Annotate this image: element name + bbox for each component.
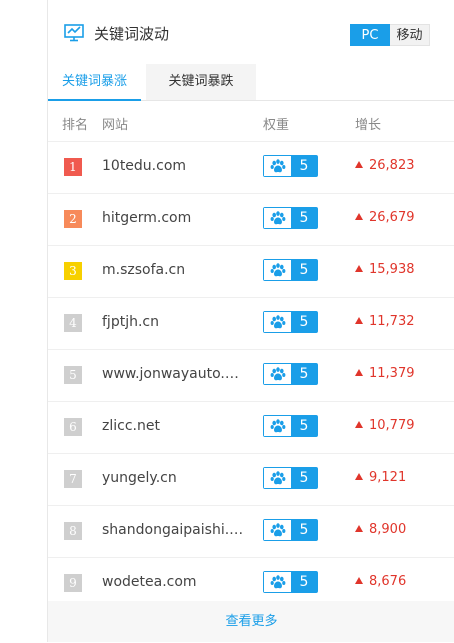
growth-number: 10,779 <box>369 418 415 433</box>
growth-value: 26,823 <box>355 158 415 173</box>
triangle-up-icon <box>355 161 363 168</box>
view-more-link[interactable]: 查看更多 <box>48 601 454 642</box>
growth-value: 10,779 <box>355 418 415 433</box>
weight-value: 5 <box>291 364 317 384</box>
baidu-paw-icon <box>264 156 291 176</box>
panel-header: 关键词波动 PC 移动 <box>48 0 454 64</box>
site-link[interactable]: m.szsofa.cn <box>102 262 185 278</box>
table-row: 8 shandongaipaishi.cn 5 8,900 <box>48 506 454 558</box>
table-row: 3 m.szsofa.cn 5 15,938 <box>48 246 454 298</box>
weight-value: 5 <box>291 416 317 436</box>
table-row: 1 10tedu.com 5 26,823 <box>48 142 454 194</box>
growth-value: 9,121 <box>355 470 406 485</box>
growth-number: 15,938 <box>369 262 415 277</box>
triangle-up-icon <box>355 213 363 220</box>
keyword-fluctuation-panel: 关键词波动 PC 移动 关键词暴涨 关键词暴跌 排名 网站 权重 增长 1 10t… <box>47 0 454 642</box>
triangle-up-icon <box>355 265 363 272</box>
triangle-up-icon <box>355 525 363 532</box>
column-rank: 排名 <box>62 118 89 133</box>
growth-number: 26,823 <box>369 158 415 173</box>
column-site: 网站 <box>102 118 129 133</box>
mobile-toggle-button[interactable]: 移动 <box>390 24 430 46</box>
column-growth: 增长 <box>355 118 382 133</box>
baidu-paw-icon <box>264 572 291 592</box>
baidu-paw-icon <box>264 260 291 280</box>
rank-badge: 8 <box>64 522 82 540</box>
rank-badge: 2 <box>64 210 82 228</box>
growth-value: 8,676 <box>355 574 406 589</box>
triangle-up-icon <box>355 473 363 480</box>
rank-badge: 6 <box>64 418 82 436</box>
weight-value: 5 <box>291 156 317 176</box>
weight-badge[interactable]: 5 <box>263 207 318 229</box>
site-link[interactable]: hitgerm.com <box>102 210 191 226</box>
weight-badge[interactable]: 5 <box>263 155 318 177</box>
tab-keyword-surge[interactable]: 关键词暴涨 <box>48 64 142 101</box>
chart-monitor-icon <box>64 24 84 42</box>
weight-value: 5 <box>291 312 317 332</box>
weight-badge[interactable]: 5 <box>263 311 318 333</box>
growth-number: 9,121 <box>369 470 407 485</box>
tab-keyword-plunge[interactable]: 关键词暴跌 <box>146 64 256 100</box>
weight-value: 5 <box>291 468 317 488</box>
rank-badge: 5 <box>64 366 82 384</box>
triangle-up-icon <box>355 369 363 376</box>
triangle-up-icon <box>355 421 363 428</box>
rank-badge: 4 <box>64 314 82 332</box>
growth-value: 26,679 <box>355 210 415 225</box>
site-link[interactable]: shandongaipaishi.cn <box>102 522 244 538</box>
weight-value: 5 <box>291 520 317 540</box>
weight-badge[interactable]: 5 <box>263 467 318 489</box>
rank-badge: 9 <box>64 574 82 592</box>
table-row: 4 fjptjh.cn 5 11,732 <box>48 298 454 350</box>
rank-badge: 3 <box>64 262 82 280</box>
weight-value: 5 <box>291 208 317 228</box>
baidu-paw-icon <box>264 208 291 228</box>
triangle-up-icon <box>355 317 363 324</box>
table-row: 7 yungely.cn 5 9,121 <box>48 454 454 506</box>
weight-badge[interactable]: 5 <box>263 519 318 541</box>
table-row: 6 zlicc.net 5 10,779 <box>48 402 454 454</box>
weight-value: 5 <box>291 572 317 592</box>
site-link[interactable]: wodetea.com <box>102 574 197 590</box>
table-header: 排名 网站 权重 增长 <box>48 101 454 142</box>
site-link[interactable]: yungely.cn <box>102 470 177 486</box>
pc-toggle-button[interactable]: PC <box>350 24 390 46</box>
baidu-paw-icon <box>264 364 291 384</box>
growth-number: 11,732 <box>369 314 415 329</box>
baidu-paw-icon <box>264 416 291 436</box>
growth-value: 15,938 <box>355 262 415 277</box>
site-link[interactable]: zlicc.net <box>102 418 160 434</box>
growth-number: 8,676 <box>369 574 407 589</box>
growth-value: 8,900 <box>355 522 406 537</box>
weight-value: 5 <box>291 260 317 280</box>
triangle-up-icon <box>355 577 363 584</box>
baidu-paw-icon <box>264 520 291 540</box>
growth-value: 11,379 <box>355 366 415 381</box>
growth-number: 26,679 <box>369 210 415 225</box>
rank-badge: 7 <box>64 470 82 488</box>
column-weight: 权重 <box>263 118 290 133</box>
device-toggle: PC 移动 <box>350 24 430 46</box>
table-row: 5 www.jonwayauto.c... 5 11,379 <box>48 350 454 402</box>
weight-badge[interactable]: 5 <box>263 415 318 437</box>
tab-bar: 关键词暴涨 关键词暴跌 <box>48 64 454 101</box>
site-link[interactable]: www.jonwayauto.c... <box>102 366 244 382</box>
rank-badge: 1 <box>64 158 82 176</box>
baidu-paw-icon <box>264 468 291 488</box>
panel-title: 关键词波动 <box>94 25 170 43</box>
table-row: 2 hitgerm.com 5 26,679 <box>48 194 454 246</box>
table-body: 1 10tedu.com 5 26,823 2 hitgerm.com 5 26,679 3 m.… <box>48 142 454 610</box>
growth-number: 8,900 <box>369 522 407 537</box>
growth-value: 11,732 <box>355 314 415 329</box>
growth-number: 11,379 <box>369 366 415 381</box>
site-link[interactable]: fjptjh.cn <box>102 314 159 330</box>
site-link[interactable]: 10tedu.com <box>102 158 186 174</box>
weight-badge[interactable]: 5 <box>263 363 318 385</box>
weight-badge[interactable]: 5 <box>263 259 318 281</box>
baidu-paw-icon <box>264 312 291 332</box>
weight-badge[interactable]: 5 <box>263 571 318 593</box>
